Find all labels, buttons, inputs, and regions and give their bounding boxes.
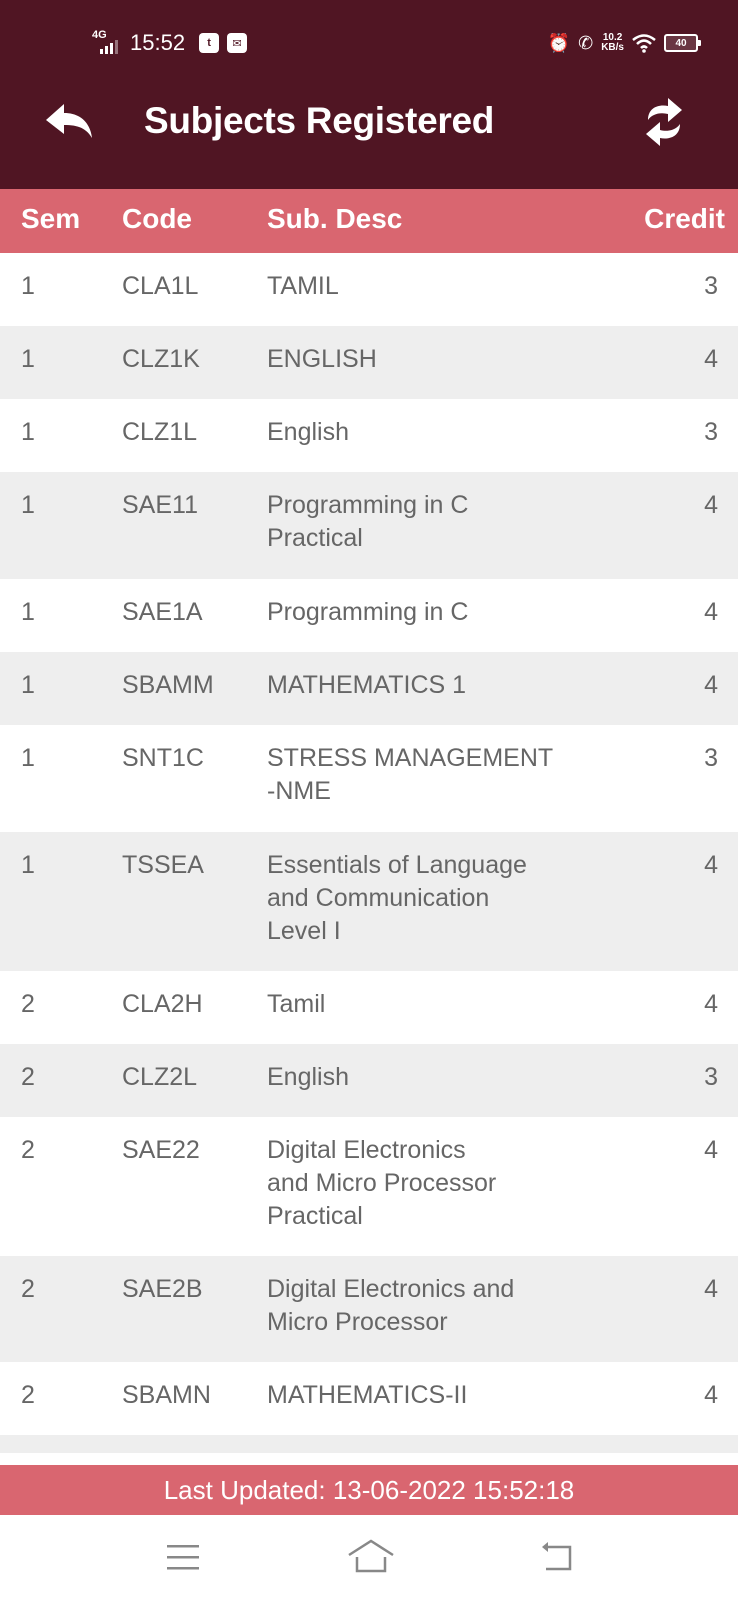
table-row: 1 CLZ1K ENGLISH 4 (0, 326, 738, 399)
cell-credit: 4 (704, 851, 718, 879)
cell-sem: 2 (21, 990, 35, 1018)
cell-desc: English (267, 418, 349, 446)
signal-icon: 4G (92, 28, 122, 58)
table-row: 1 CLZ1L English 3 (0, 399, 738, 472)
refresh-icon (646, 98, 682, 146)
cell-desc: Tamil (267, 990, 326, 1018)
table-row: 2 CLZ2L English 3 (0, 1044, 738, 1117)
cell-sem: 1 (21, 345, 35, 373)
status-time: 15:52 (130, 30, 186, 55)
cell-sem: 1 (21, 598, 35, 626)
column-header-code: Code (122, 203, 192, 234)
cell-credit: 4 (704, 1136, 718, 1164)
cell-credit: 4 (704, 671, 718, 699)
net-speed: 10.2 KB/s (601, 32, 624, 53)
cell-credit: 3 (704, 1063, 718, 1091)
cell-desc: MATHEMATICS-II (267, 1381, 468, 1409)
table-row: 1 CLA1L TAMIL 3 (0, 253, 738, 326)
cell-sem: 1 (21, 491, 35, 519)
cell-sem: 2 (21, 1063, 35, 1091)
table-row: 1 TSSEA Essentials of Language and Commu… (0, 832, 738, 971)
cell-credit: 3 (704, 272, 718, 300)
cell-credit: 4 (704, 598, 718, 626)
cell-sem: 1 (21, 744, 35, 772)
cell-credit: 3 (704, 744, 718, 772)
reply-arrow-icon (46, 104, 92, 138)
back-icon (542, 1542, 572, 1571)
table-row (0, 1435, 738, 1453)
alarm-icon: ⏰ (547, 33, 571, 53)
cell-sem: 2 (21, 1381, 35, 1409)
table-row: 2 SBAMN MATHEMATICS-II 4 (0, 1362, 738, 1435)
table-row: 2 SAE2B Digital Electronics and Micro Pr… (0, 1256, 738, 1362)
refresh-button[interactable] (640, 96, 688, 148)
cell-code: TSSEA (122, 851, 204, 879)
cell-code: CLZ1K (122, 345, 200, 373)
status-bar: 4G 15:52 t ✉ ⏰ ✆ 10.2 KB/s 40 (0, 26, 738, 60)
cell-credit: 4 (704, 491, 718, 519)
cell-code: CLA2H (122, 990, 203, 1018)
table-row: 2 CLA2H Tamil 4 (0, 971, 738, 1044)
cell-credit: 4 (704, 345, 718, 373)
subjects-table[interactable]: 1 CLA1L TAMIL 3 1 CLZ1K ENGLISH 4 1 CLZ1… (0, 253, 738, 1453)
table-row: 1 SAE1A Programming in C 4 (0, 579, 738, 652)
column-header-credit: Credit (644, 203, 725, 234)
cell-desc: STRESS MANAGEMENT -NME (267, 744, 554, 805)
cell-sem: 1 (21, 851, 35, 879)
last-updated-bar: Last Updated: 13-06-2022 15:52:18 (0, 1465, 738, 1515)
cell-code: CLZ1L (122, 418, 198, 446)
status-bar-right: ⏰ ✆ 10.2 KB/s 40 (547, 26, 701, 60)
cell-code: SNT1C (122, 744, 204, 772)
back-nav-button[interactable] (540, 1535, 584, 1579)
back-button[interactable] (44, 100, 96, 144)
cell-credit: 4 (704, 990, 718, 1018)
cell-sem: 1 (21, 272, 35, 300)
cell-credit: 3 (704, 418, 718, 446)
battery-icon: 40 (664, 34, 701, 52)
app-bar: 4G 15:52 t ✉ ⏰ ✆ 10.2 KB/s 40 Subjects R… (0, 0, 738, 189)
table-header: Sem Code Sub. Desc Credit (0, 189, 738, 253)
cell-code: CLZ2L (122, 1063, 198, 1091)
cell-sem: 2 (21, 1136, 35, 1164)
wifi-calling-icon: ✆ (578, 33, 594, 53)
column-header-desc: Sub. Desc (267, 203, 403, 234)
cell-desc: English (267, 1063, 349, 1091)
table-row: 1 SNT1C STRESS MANAGEMENT -NME 3 (0, 725, 738, 832)
home-icon (348, 1539, 394, 1573)
cell-sem: 1 (21, 418, 35, 446)
cell-code: SAE22 (122, 1136, 200, 1164)
cell-desc: Programming in C (267, 598, 469, 626)
table-row: 1 SAE11 Programming in C Practical 4 (0, 472, 738, 579)
cell-credit: 4 (704, 1275, 718, 1303)
cell-desc: Digital Electronics and Micro Processor (267, 1275, 515, 1336)
cell-desc: Digital Electronics and Micro Processor … (267, 1136, 497, 1230)
cell-code: SAE2B (122, 1275, 203, 1303)
cell-desc: MATHEMATICS 1 (267, 671, 467, 699)
mail-box-icon: ✉ (227, 33, 248, 53)
cell-sem: 2 (21, 1275, 35, 1303)
page-title: Subjects Registered (144, 100, 495, 141)
cell-code: CLA1L (122, 272, 199, 300)
home-button[interactable] (347, 1535, 394, 1579)
cell-code: SAE11 (122, 491, 198, 519)
table-row: 2 SAE22 Digital Electronics and Micro Pr… (0, 1117, 738, 1256)
cell-code: SBAMN (122, 1381, 211, 1409)
table-row: 1 SBAMM MATHEMATICS 1 4 (0, 652, 738, 725)
t-app-icon: t (199, 33, 220, 53)
column-header-sem: Sem (21, 203, 81, 234)
cell-desc: TAMIL (267, 272, 339, 300)
cell-desc: Essentials of Language and Communication… (267, 851, 527, 945)
system-nav-bar (0, 1515, 738, 1600)
recent-apps-button[interactable] (163, 1535, 207, 1579)
cell-desc: Programming in C Practical (267, 491, 469, 552)
wifi-icon (632, 34, 656, 53)
toolbar: Subjects Registered (0, 82, 738, 162)
cell-sem: 1 (21, 671, 35, 699)
menu-icon (167, 1545, 199, 1570)
cell-code: SAE1A (122, 598, 203, 626)
cell-desc: ENGLISH (267, 345, 377, 373)
cell-code: SBAMM (122, 671, 214, 699)
status-bar-left: 4G 15:52 t ✉ (92, 26, 255, 60)
cell-credit: 4 (704, 1381, 718, 1409)
